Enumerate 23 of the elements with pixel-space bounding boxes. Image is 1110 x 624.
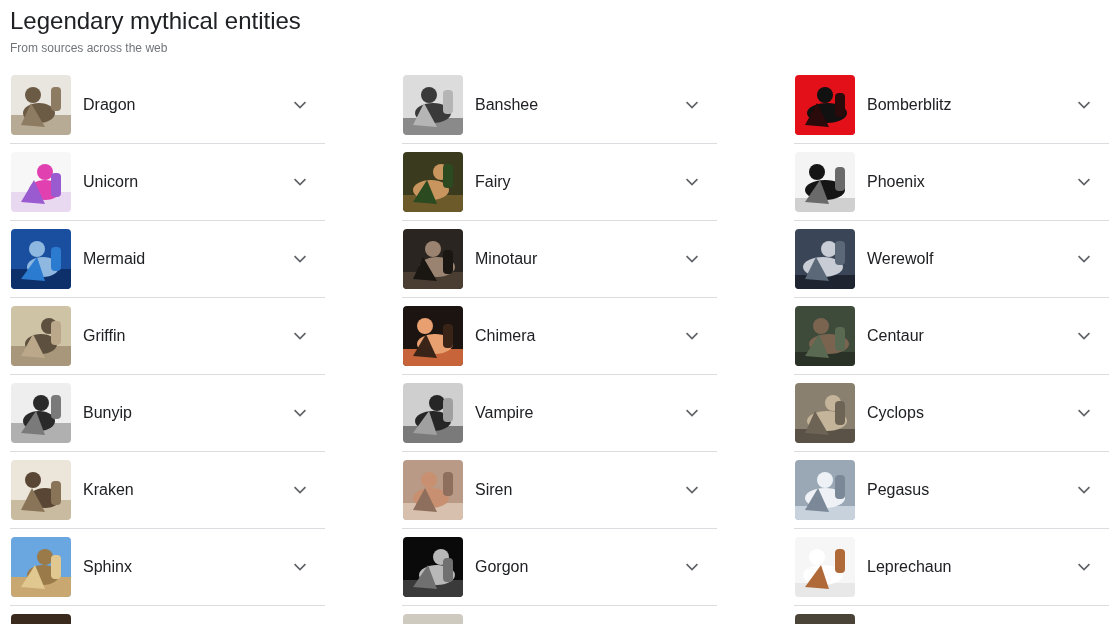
entity-name[interactable]: Bomberblitz — [867, 96, 1074, 114]
entity-name[interactable]: Centaur — [867, 327, 1074, 345]
entity-name[interactable]: Sphinx — [83, 558, 290, 576]
entity-name[interactable]: Cyclops — [867, 404, 1074, 422]
entity-name[interactable]: Kraken — [83, 481, 290, 499]
entity-name[interactable]: Dragon — [83, 96, 290, 114]
entity-name[interactable]: Vampire — [475, 404, 682, 422]
entity-name[interactable]: Bunyip — [83, 404, 290, 422]
entity-name[interactable]: Banshee — [475, 96, 682, 114]
entity-name[interactable]: Leprechaun — [867, 558, 1074, 576]
entity-name[interactable]: Griffin — [83, 327, 290, 345]
entity-name[interactable]: Chimera — [475, 327, 682, 345]
entity-name[interactable]: Siren — [475, 481, 682, 499]
entity-name[interactable]: Pegasus — [867, 481, 1074, 499]
source-note: From sources across the web — [10, 40, 169, 56]
entity-name[interactable]: Fairy — [475, 173, 682, 191]
entity-name[interactable]: Werewolf — [867, 250, 1074, 268]
page-title: Legendary mythical entities — [10, 6, 302, 36]
entity-name[interactable]: Unicorn — [83, 173, 290, 191]
entity-name[interactable]: Minotaur — [475, 250, 682, 268]
entity-name[interactable]: Gorgon — [475, 558, 682, 576]
entity-name[interactable]: Mermaid — [83, 250, 290, 268]
entity-name[interactable]: Phoenix — [867, 173, 1074, 191]
